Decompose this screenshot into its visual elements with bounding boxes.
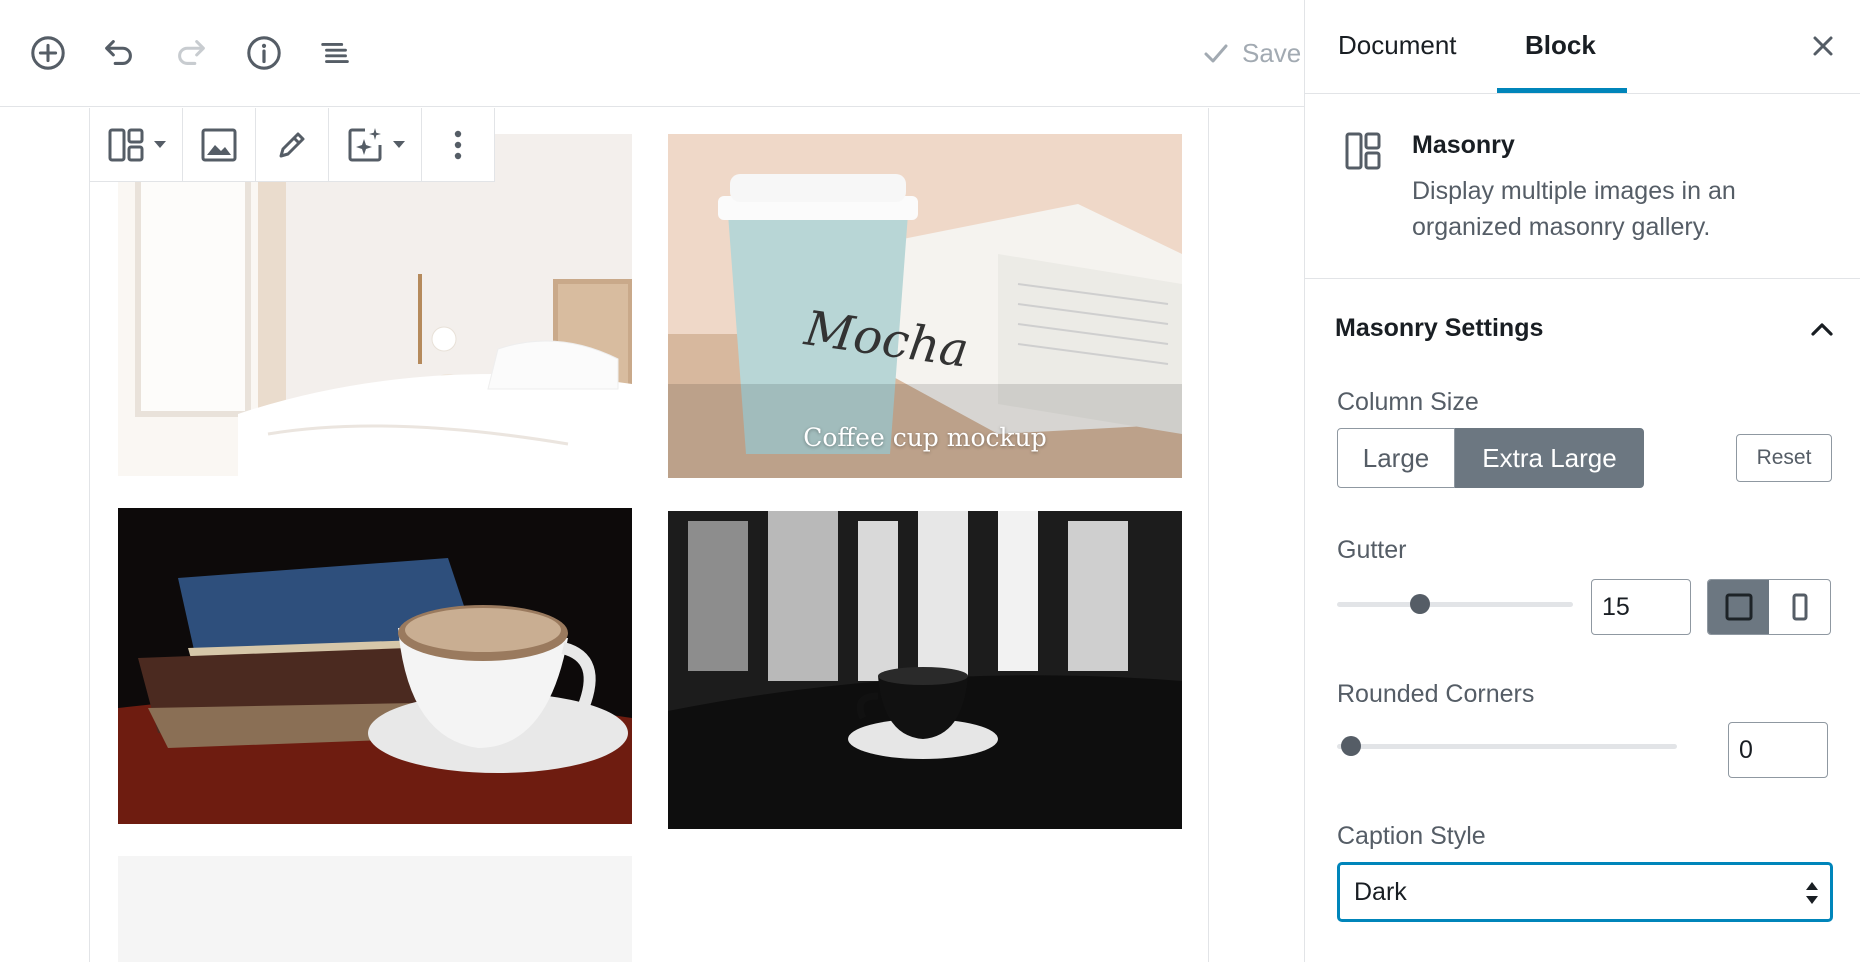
caption-style-label: Caption Style: [1337, 822, 1486, 850]
block-card: Masonry Display multiple images in an or…: [1305, 95, 1860, 279]
redo-icon[interactable]: [170, 32, 212, 74]
caption-style-select[interactable]: Dark: [1337, 862, 1833, 922]
block-title: Masonry: [1412, 131, 1515, 159]
select-arrows-icon: [1806, 882, 1818, 904]
block-navigation-icon[interactable]: [315, 32, 357, 74]
gallery-image-coffee-cup[interactable]: Mocha Coffee cup mockup: [668, 134, 1182, 478]
square-outline-icon: [1725, 593, 1752, 621]
column-size-extra-large-button[interactable]: Extra Large: [1455, 428, 1644, 488]
add-block-icon[interactable]: [27, 32, 69, 74]
gallery-image-placeholder[interactable]: [118, 856, 632, 962]
chevron-up-icon: [1811, 323, 1833, 336]
save-draft-button[interactable]: Save: [1202, 36, 1301, 70]
column-size-label: Column Size: [1337, 388, 1479, 416]
block-description: Display multiple images in an organized …: [1412, 177, 1736, 241]
block-toolbar: [89, 108, 495, 182]
gallery-image-books-cup[interactable]: [118, 508, 632, 824]
more-options-button[interactable]: [432, 108, 484, 182]
tab-document[interactable]: Document: [1338, 30, 1457, 61]
settings-sidebar: Document Block Masonry Display multiple …: [1304, 0, 1860, 962]
caption-style-value: Dark: [1354, 877, 1407, 906]
tab-block[interactable]: Block: [1525, 30, 1596, 61]
rounded-corners-input[interactable]: 0: [1728, 722, 1828, 778]
panel-title: Masonry Settings: [1335, 314, 1544, 342]
editor-header-toolbar: Save: [0, 0, 1304, 107]
column-size-large-button[interactable]: Large: [1337, 428, 1455, 488]
rounded-corners-slider[interactable]: [1337, 731, 1677, 761]
gallery-image-espresso[interactable]: [668, 511, 1182, 829]
slider-thumb[interactable]: [1341, 736, 1361, 756]
chevron-down-icon: [393, 141, 405, 148]
masonry-icon: [1345, 132, 1381, 170]
image-filter-button[interactable]: [339, 108, 411, 182]
image-icon: [201, 128, 237, 161]
edit-gallery-button[interactable]: [266, 108, 318, 182]
slider-track: [1337, 744, 1677, 749]
mobile-outline-icon: [1792, 593, 1807, 621]
slider-thumb[interactable]: [1409, 594, 1430, 614]
block-switcher-button[interactable]: [100, 108, 172, 182]
gutter-full-button[interactable]: [1708, 580, 1769, 634]
reset-button[interactable]: Reset: [1736, 434, 1832, 482]
gutter-slider[interactable]: [1337, 589, 1573, 619]
info-icon[interactable]: [243, 32, 285, 74]
close-icon: [1813, 36, 1833, 56]
masonry-settings-panel-toggle[interactable]: Masonry Settings: [1335, 308, 1835, 348]
sparkle-image-icon: [348, 127, 382, 161]
pencil-icon: [279, 132, 305, 157]
checkmark-icon: [1204, 44, 1228, 63]
sidebar-tabs: Document Block: [1305, 0, 1860, 94]
undo-icon[interactable]: [98, 32, 140, 74]
close-sidebar-button[interactable]: [1805, 28, 1841, 64]
editor-canvas: Mocha Coffee cup mockup: [0, 108, 1304, 962]
rounded-corners-label: Rounded Corners: [1337, 680, 1535, 708]
gutter-input[interactable]: 15: [1591, 579, 1691, 635]
gallery-image-bedroom[interactable]: [118, 134, 632, 476]
vertical-ellipsis-icon: [454, 130, 462, 159]
gutter-mobile-button[interactable]: [1769, 580, 1830, 634]
add-image-button[interactable]: [193, 108, 245, 182]
save-label: Save: [1242, 37, 1302, 68]
chevron-down-icon: [154, 141, 166, 148]
gutter-mode-toggle: [1707, 579, 1831, 635]
image-caption: Coffee cup mockup: [803, 423, 1047, 452]
masonry-icon: [108, 128, 144, 161]
gutter-label: Gutter: [1337, 536, 1407, 564]
slider-track: [1337, 602, 1573, 607]
column-size-toggle: Large Extra Large: [1337, 428, 1644, 488]
active-tab-indicator: [1497, 88, 1627, 93]
